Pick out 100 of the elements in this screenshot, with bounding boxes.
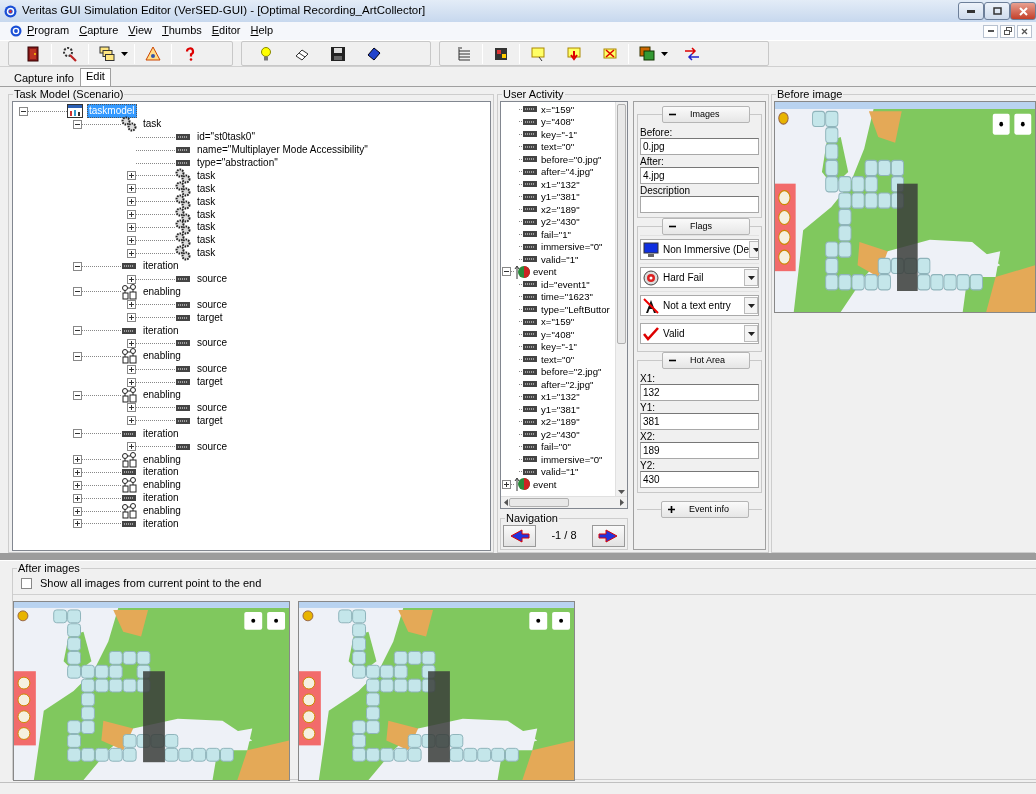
tree-node-label[interactable]: x2="189" [540, 202, 581, 216]
expand-toggle-icon[interactable] [127, 300, 136, 310]
expand-toggle-icon[interactable] [73, 480, 82, 490]
tree-node-label[interactable]: enabling [141, 478, 183, 493]
maximize-button[interactable] [984, 2, 1010, 20]
expand-toggle-icon[interactable] [73, 506, 82, 516]
expand-toggle-icon[interactable] [502, 479, 511, 489]
tree-node-label[interactable]: enabling [141, 284, 183, 299]
expand-toggle-icon[interactable] [127, 222, 136, 232]
collapse-toggle-icon[interactable] [73, 261, 82, 271]
tree-node-label[interactable]: y="408" [540, 115, 576, 129]
tree-node-label[interactable]: x="159" [540, 102, 576, 116]
tree-node-label[interactable]: source [195, 272, 229, 287]
scrollbar[interactable] [615, 102, 627, 496]
tree-node-label[interactable]: x1="132" [540, 390, 581, 404]
tree-node-label[interactable]: source [195, 400, 229, 415]
warning-icon[interactable] [145, 45, 161, 62]
tree-node-label[interactable]: enabling [141, 388, 183, 403]
tree-node-label[interactable]: x1="132" [540, 177, 581, 191]
tree-node-label[interactable]: iteration [141, 465, 181, 480]
menu-item[interactable]: Help [245, 24, 279, 38]
tree-node-label[interactable]: fail="1" [540, 227, 572, 241]
tree-node-label[interactable]: text="0" [540, 140, 576, 154]
dropdown[interactable]: Hard Fail [640, 267, 759, 288]
tree-node-label[interactable]: event [532, 477, 558, 491]
dropdown[interactable]: Non Immersive (De [640, 239, 759, 260]
tree-node-label[interactable]: task [195, 207, 218, 222]
tree-node-label[interactable]: target [195, 375, 225, 390]
tree-node-label[interactable]: task [195, 168, 218, 183]
tree-node-label[interactable]: before="2.jpg" [540, 365, 603, 379]
tree-node-label[interactable]: time="1623" [540, 290, 594, 304]
stacked-windows-icon[interactable] [99, 45, 115, 62]
tree-node-label[interactable]: name="Multiplayer Mode Accessibility" [195, 143, 370, 158]
menu-item[interactable]: Thumbs [157, 24, 207, 38]
scrollbar[interactable] [501, 496, 627, 508]
tree-node-label[interactable]: enabling [141, 349, 183, 364]
close-button[interactable] [1010, 2, 1036, 20]
expand-toggle-icon[interactable] [127, 171, 136, 181]
diamond-icon[interactable] [366, 45, 382, 62]
input-field[interactable]: 189 [640, 442, 759, 459]
tree-node-label[interactable]: target [195, 413, 225, 428]
input-field[interactable]: 381 [640, 413, 759, 430]
tree-node-label[interactable]: valid="1" [540, 252, 580, 266]
tree-node-label[interactable]: y1="381" [540, 190, 581, 204]
collapse-toggle-icon[interactable] [73, 429, 82, 439]
tree-node-label[interactable]: immersive="0" [540, 452, 604, 466]
tree-node-label[interactable]: x2="189" [540, 415, 581, 429]
collapse-toggle-icon[interactable] [73, 326, 82, 336]
film-icon[interactable] [493, 45, 509, 62]
expand-toggle-icon[interactable] [127, 416, 136, 426]
expand-toggle-icon[interactable] [73, 455, 82, 464]
tree-node-label[interactable]: after="4.jpg" [540, 165, 595, 179]
tree-node-label[interactable]: iteration [141, 516, 181, 531]
tree-node-label[interactable]: type="LeftButtor [540, 302, 611, 316]
expand-toggle-icon[interactable] [127, 184, 136, 194]
expand-toggle-icon[interactable] [127, 248, 136, 258]
restore-button[interactable] [1000, 24, 1015, 38]
expand-toggle-icon[interactable] [127, 364, 136, 374]
tree-node-label[interactable]: key="-1" [540, 340, 578, 354]
tab[interactable]: Capture info [8, 69, 80, 86]
section-header-button[interactable]: Images [662, 106, 750, 123]
tree-node-label[interactable]: after="2.jpg" [540, 377, 595, 391]
previous-button[interactable] [503, 525, 536, 547]
caret-icon[interactable] [661, 51, 668, 56]
list-tree-icon[interactable] [456, 45, 472, 62]
expand-toggle-icon[interactable] [127, 442, 136, 452]
minimize-button[interactable] [958, 2, 984, 20]
tab[interactable]: Edit [79, 67, 111, 86]
tree-node-label[interactable]: source [195, 297, 229, 312]
expand-toggle-icon[interactable] [73, 467, 82, 477]
swap-arrows-icon[interactable] [684, 45, 700, 62]
collapse-toggle-icon[interactable] [73, 351, 82, 361]
tree-node-label[interactable]: source [195, 336, 229, 351]
tree-node-label[interactable]: immersive="0" [540, 240, 604, 254]
section-header-button[interactable]: Event info [661, 501, 749, 518]
expand-toggle-icon[interactable] [127, 338, 136, 348]
note-cross-icon[interactable] [602, 45, 618, 62]
input-field[interactable]: 132 [640, 384, 759, 401]
note-down-arrow-icon[interactable] [566, 45, 582, 62]
tree-node-label[interactable]: task [195, 194, 218, 209]
tree-node-label[interactable]: source [195, 362, 229, 377]
expand-toggle-icon[interactable] [127, 210, 136, 220]
tree-node-label[interactable]: valid="1" [540, 465, 580, 479]
expand-toggle-icon[interactable] [127, 377, 136, 387]
tree-node-label[interactable]: fail="0" [540, 440, 572, 454]
input-field[interactable]: 0.jpg [640, 138, 759, 155]
tree-node-label[interactable]: text="0" [540, 352, 576, 366]
expand-toggle-icon[interactable] [73, 493, 82, 503]
input-field[interactable]: 430 [640, 471, 759, 488]
tree-node-label[interactable]: id="st0task0" [195, 130, 257, 145]
menu-item[interactable]: Editor [206, 24, 246, 38]
tree-node-label[interactable]: task [195, 246, 218, 261]
next-button[interactable] [592, 525, 625, 547]
dropdown[interactable]: Not a text entry [640, 295, 759, 316]
expand-toggle-icon[interactable] [127, 197, 136, 207]
tree-node-label[interactable]: iteration [141, 323, 181, 338]
tree-node-label[interactable]: event [532, 265, 558, 279]
tree-node-label[interactable]: task [195, 233, 218, 248]
tree-node-label[interactable]: y2="430" [540, 215, 581, 229]
expand-toggle-icon[interactable] [127, 235, 136, 245]
